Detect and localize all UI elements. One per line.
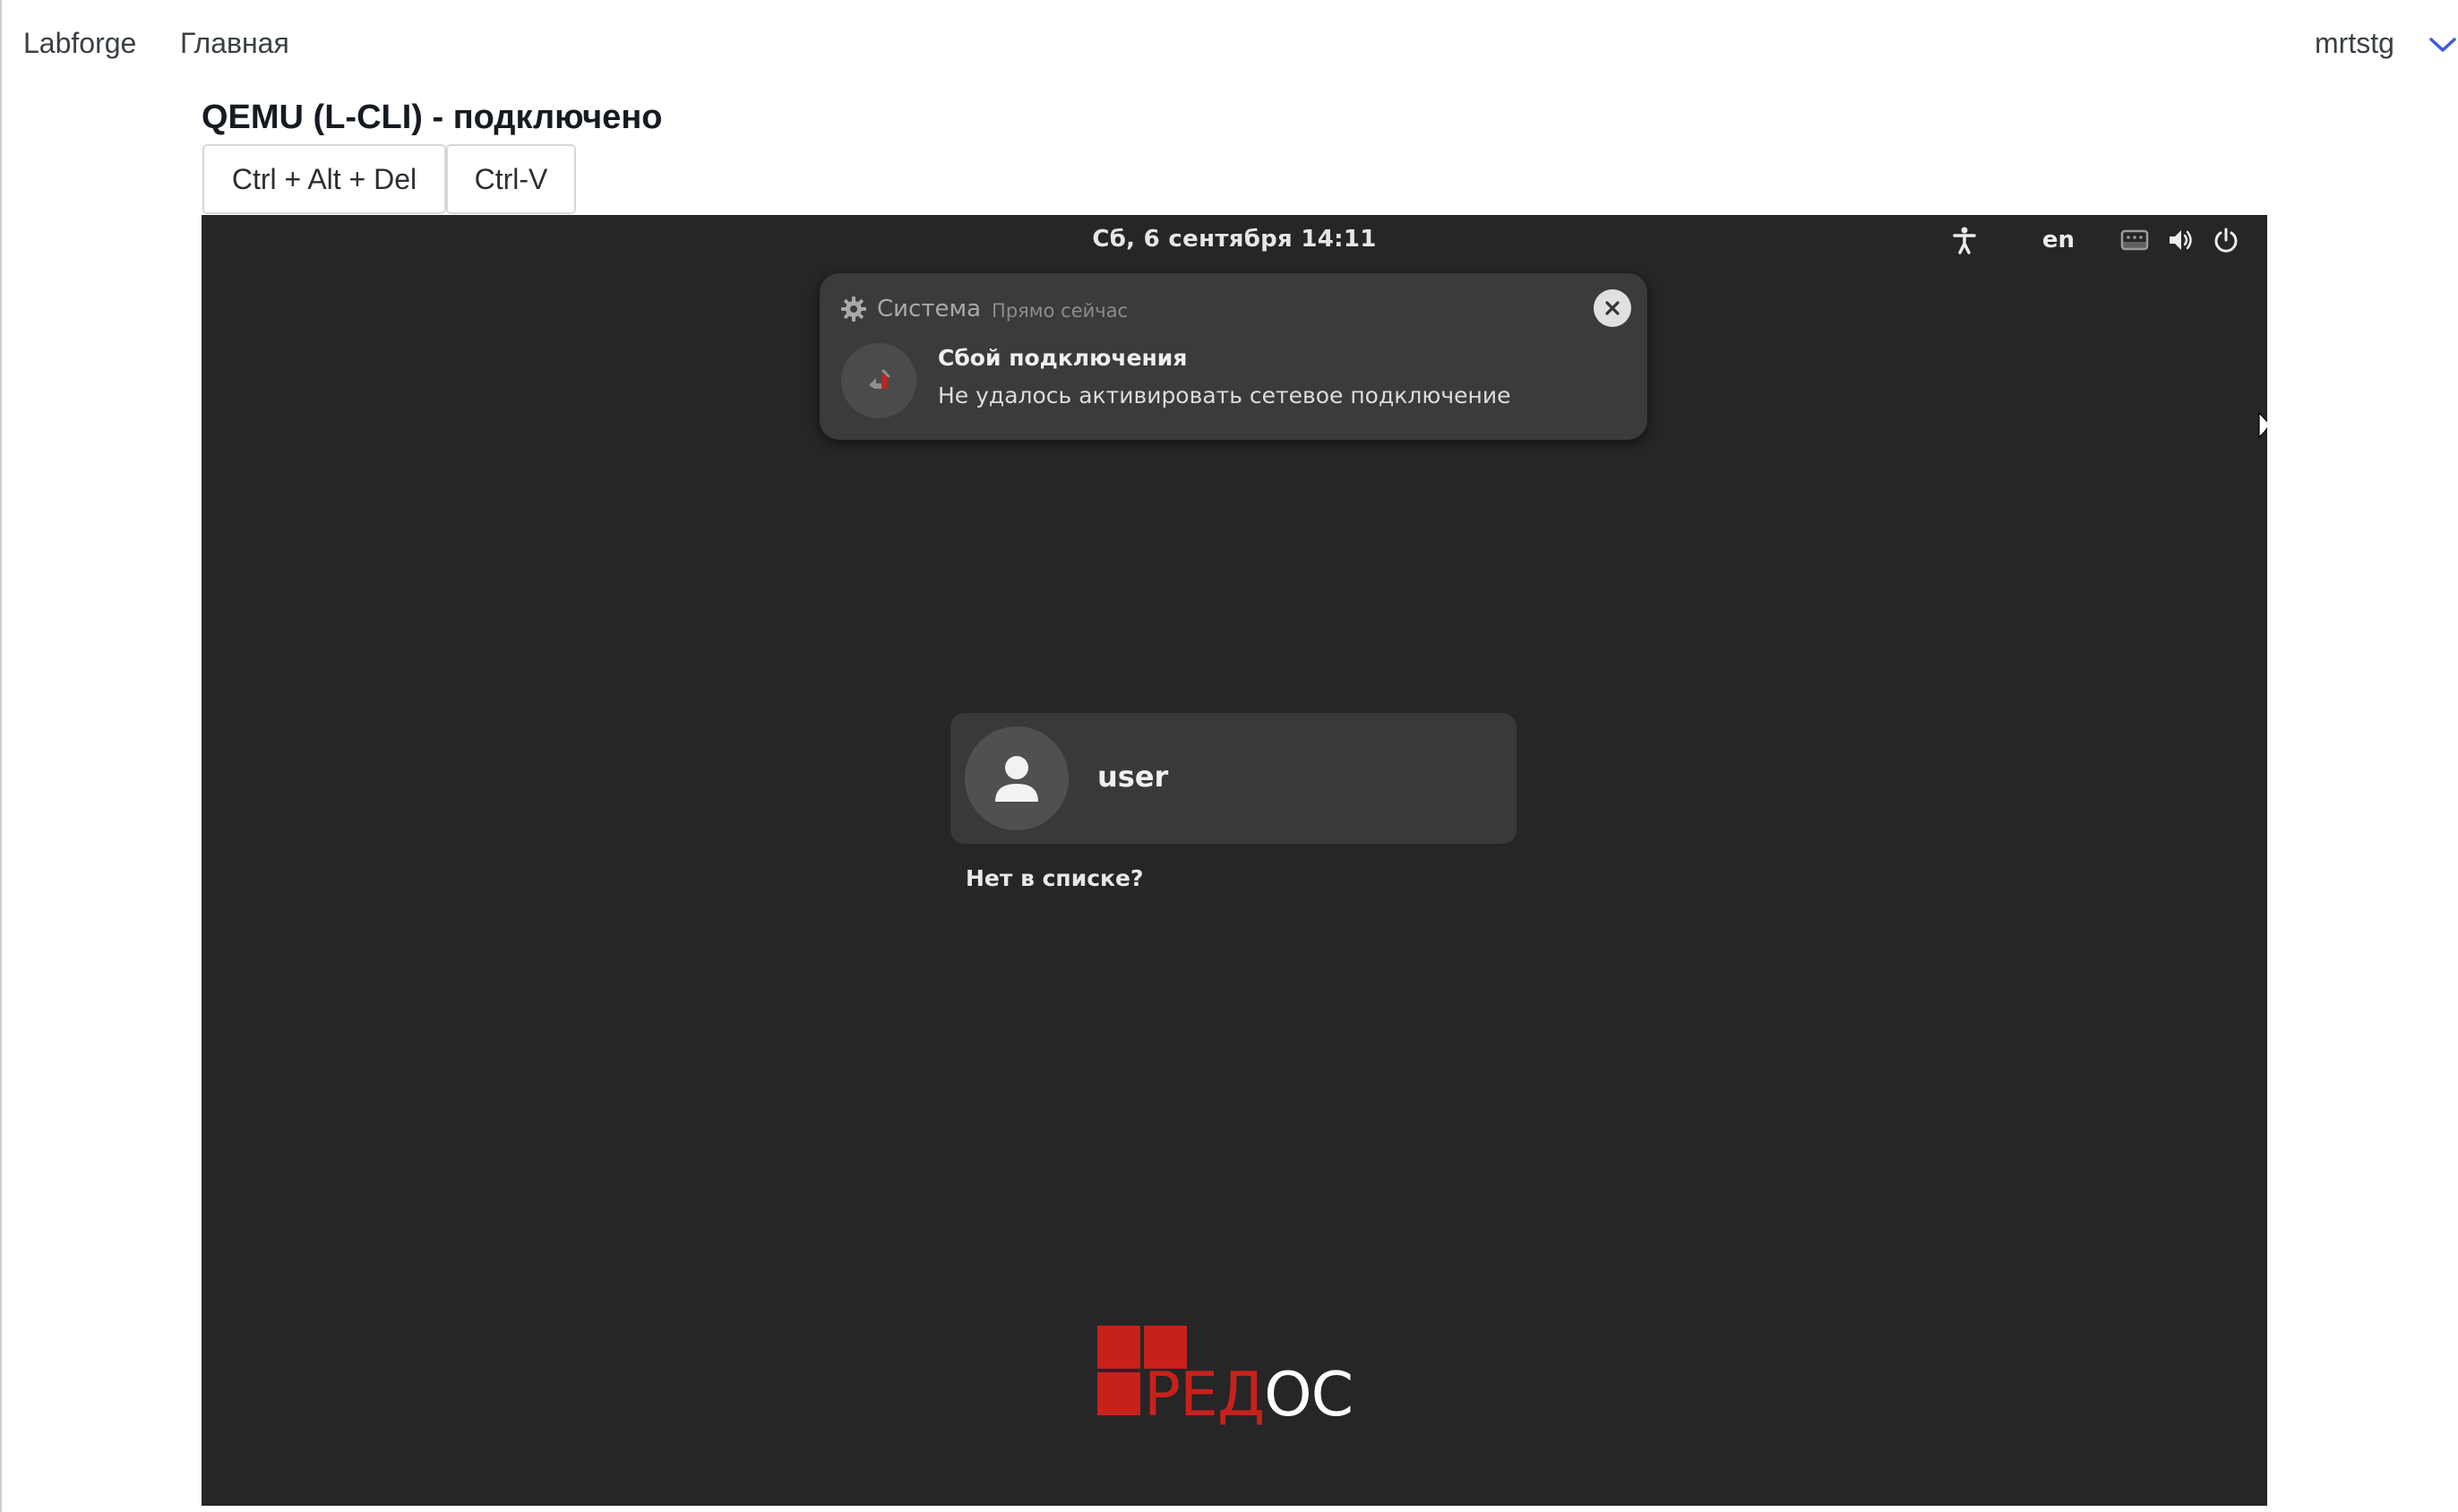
page: Labforge Главная mrtstg QEMU (L-CLI) - п… (0, 0, 2458, 1512)
brand-link[interactable]: Labforge (23, 27, 136, 60)
vm-console-screen[interactable]: Сб, 6 сентября 14:11 en Система Прямо се… (202, 215, 2267, 1506)
notification-body: Не удалось активировать сетевое подключе… (938, 382, 1511, 408)
language-indicator[interactable]: en (2036, 224, 2081, 256)
avatar (965, 726, 1069, 830)
user-icon (995, 756, 1038, 802)
notification-app-name: Система (877, 296, 982, 322)
network-error-icon (841, 343, 916, 418)
guest-tray: en (202, 224, 2267, 256)
logo-text-red: РЕД (1144, 1360, 1265, 1430)
chevron-down-icon (2429, 38, 2456, 52)
redos-logo: РЕДОС (1097, 1326, 1375, 1442)
logo-text: РЕДОС (1144, 1360, 1354, 1430)
ctrl-alt-del-button[interactable]: Ctrl + Alt + Del (202, 144, 446, 214)
logo-text-white: ОС (1264, 1360, 1354, 1430)
login-user-card[interactable]: user (950, 713, 1517, 844)
notification-header: Система Прямо сейчас (839, 293, 1128, 325)
gear-icon (841, 296, 866, 322)
nav-home-link[interactable]: Главная (180, 27, 289, 60)
logo-square (1097, 1372, 1140, 1415)
top-navbar: Labforge Главная mrtstg (2, 0, 2458, 93)
notification-popup[interactable]: Система Прямо сейчас Сбой подключения Не… (820, 273, 1647, 440)
user-menu-name: mrtstg (2315, 27, 2394, 59)
language-label: en (2041, 227, 2076, 253)
user-menu[interactable]: mrtstg (2315, 27, 2458, 66)
power-icon[interactable] (2210, 224, 2242, 256)
ctrl-v-button[interactable]: Ctrl-V (446, 144, 576, 214)
notification-title: Сбой подключения (938, 345, 1188, 371)
mouse-cursor-icon (2258, 412, 2267, 439)
page-title: QEMU (L-CLI) - подключено (202, 99, 663, 136)
accessibility-icon[interactable] (1948, 224, 1981, 256)
logo-square (1097, 1326, 1140, 1369)
close-icon[interactable] (1594, 289, 1631, 327)
login-user-name: user (1097, 760, 1169, 794)
volume-icon[interactable] (2165, 224, 2197, 256)
not-listed-link[interactable]: Нет в списке? (966, 865, 1143, 891)
network-icon[interactable] (2119, 224, 2151, 256)
notification-time: Прямо сейчас (992, 300, 1129, 322)
